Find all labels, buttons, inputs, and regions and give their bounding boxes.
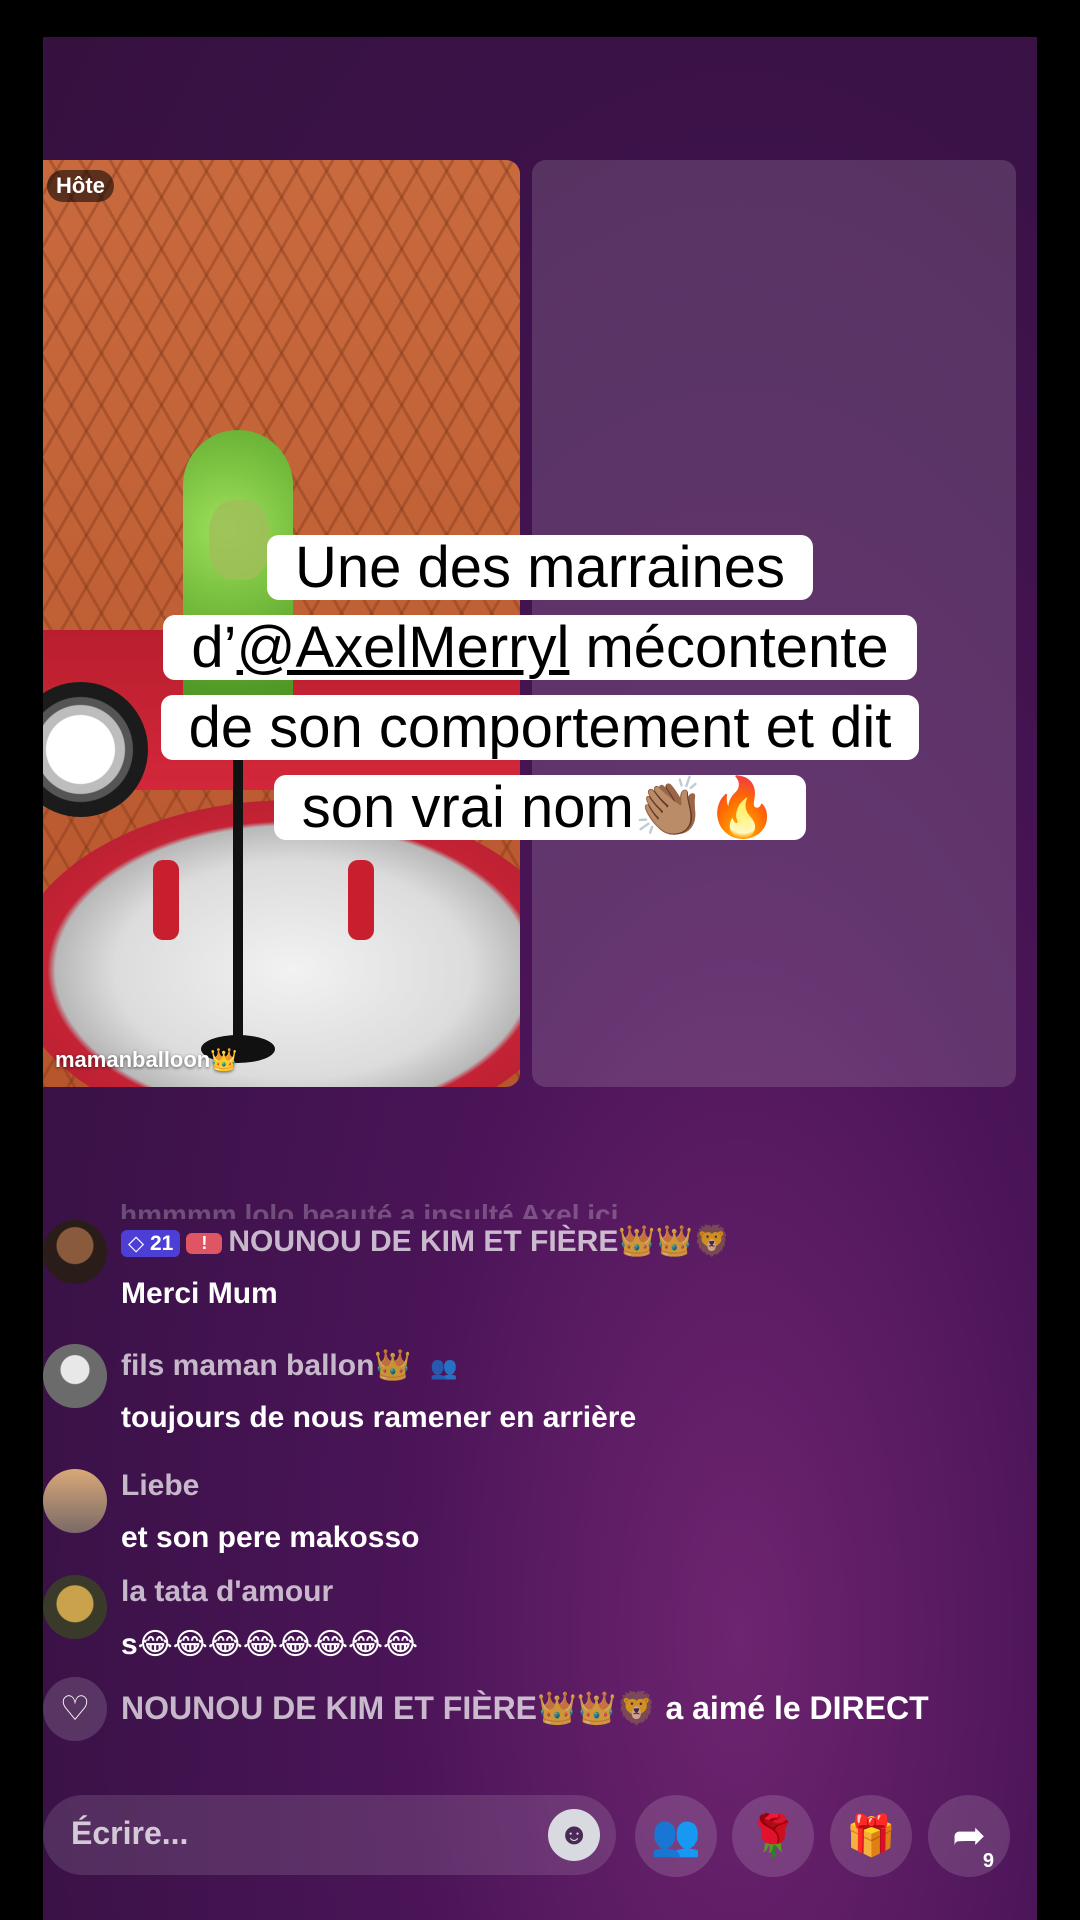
level-badge: ◇ 21 bbox=[121, 1229, 181, 1257]
caption-line-2: d’@AxelMerryl mécontente bbox=[163, 615, 917, 680]
caption-handle-link[interactable]: @AxelMerryl bbox=[237, 615, 570, 680]
chat-text: Merci Mum bbox=[121, 1277, 278, 1310]
chat-username-row: ◇ 21! NOUNOU DE KIM ET FIÈRE👑👑🦁 bbox=[121, 1224, 730, 1259]
chat-username-row: fils maman ballon👑 👥 bbox=[121, 1348, 458, 1383]
chat-text: s😂😂😂😂😂😂😂😂 bbox=[121, 1628, 419, 1661]
share-icon: ➦ bbox=[952, 1814, 986, 1858]
like-event: ♡ NOUNOU DE KIM ET FIÈRE👑👑🦁 a aimé le DI… bbox=[43, 1677, 1037, 1741]
avatar[interactable] bbox=[43, 1344, 107, 1408]
share-button[interactable]: ➦ 9 bbox=[928, 1795, 1010, 1877]
avatar[interactable] bbox=[43, 1469, 107, 1533]
caption-line-1: Une des marraines bbox=[267, 535, 813, 600]
rose-icon: 🌹 bbox=[748, 1814, 798, 1858]
host-badge: Hôte bbox=[47, 170, 114, 202]
video-caption: Une des marraines d’@AxelMerryl méconten… bbox=[0, 528, 1080, 848]
chat-faded-message: hmmmm lolo beauté a insulté Axel ici. bbox=[120, 1199, 627, 1219]
fan-badge-icon: ! bbox=[186, 1232, 223, 1254]
character-leg bbox=[153, 860, 179, 940]
chat-username[interactable]: NOUNOU DE KIM ET FIÈRE👑👑🦁 bbox=[228, 1225, 730, 1258]
like-event-text: NOUNOU DE KIM ET FIÈRE👑👑🦁 a aimé le DIRE… bbox=[121, 1689, 929, 1727]
chat-username[interactable]: fils maman ballon👑 bbox=[121, 1349, 412, 1382]
avatar[interactable] bbox=[43, 1575, 107, 1639]
avatar[interactable] bbox=[43, 1220, 107, 1284]
multi-guest-button[interactable]: 👥 bbox=[635, 1795, 717, 1877]
live-screen: Hôte mamanballoon👑 hmmmm lolo beauté a i… bbox=[43, 37, 1037, 1920]
comment-input[interactable]: Écrire... ☻ bbox=[43, 1795, 616, 1875]
gift-icon: 🎁 bbox=[846, 1814, 896, 1858]
chat-text: toujours de nous ramener en arrière bbox=[121, 1401, 637, 1434]
smiley-icon[interactable]: ☻ bbox=[548, 1809, 600, 1861]
like-action: a aimé le DIRECT bbox=[656, 1690, 929, 1726]
chat-username[interactable]: la tata d'amour bbox=[121, 1575, 333, 1609]
host-name[interactable]: mamanballoon👑 bbox=[55, 1047, 238, 1073]
caption-line-4: son vrai nom👏🏽🔥 bbox=[273, 775, 807, 840]
guest-icon: 👥 bbox=[430, 1355, 458, 1380]
heart-icon: ♡ bbox=[43, 1677, 107, 1741]
caption-line-2-prefix: d’ bbox=[191, 615, 237, 680]
caption-line-3: de son comportement et dit bbox=[160, 695, 920, 760]
gift-button[interactable]: 🎁 bbox=[830, 1795, 912, 1877]
rose-button[interactable]: 🌹 bbox=[732, 1795, 814, 1877]
multi-guest-icon: 👥 bbox=[651, 1814, 701, 1858]
comment-placeholder: Écrire... bbox=[71, 1815, 189, 1851]
share-count: 9 bbox=[982, 1850, 994, 1872]
caption-line-2-suffix: mécontente bbox=[569, 615, 889, 680]
character-leg bbox=[348, 860, 374, 940]
chat-username[interactable]: Liebe bbox=[121, 1469, 199, 1503]
chat-text: et son pere makosso bbox=[121, 1521, 420, 1554]
like-username[interactable]: NOUNOU DE KIM ET FIÈRE👑👑🦁 bbox=[121, 1690, 657, 1726]
level-value: 21 bbox=[149, 1231, 174, 1255]
